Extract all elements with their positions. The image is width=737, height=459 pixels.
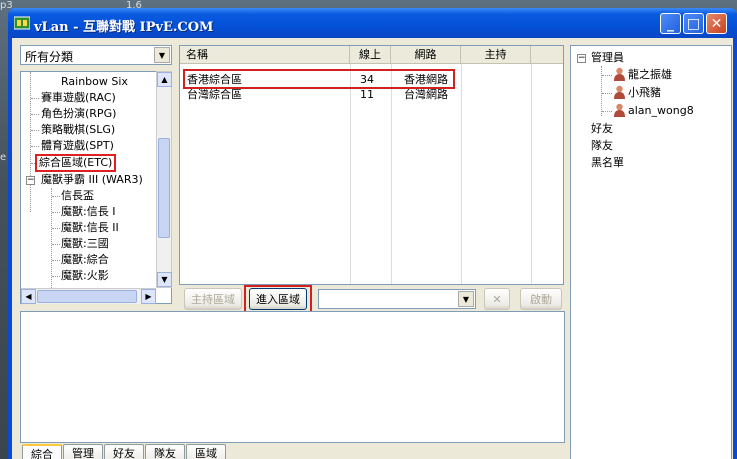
user-item[interactable]: alan_wong8 [628,103,694,119]
tree-connector [52,244,60,245]
collapse-icon[interactable]: − [577,54,586,63]
scroll-left-icon[interactable]: ◀ [21,289,36,304]
room-network: 台灣網路 [404,88,448,101]
tree-connector [52,228,60,229]
client-area: 所有分類 ▼ Rainbow Six 賽車遊戲(RAC) 角色扮演(RPG) 策… [12,38,733,459]
desktop-text-edge: e [0,152,7,163]
tree-item-rpg[interactable]: 角色扮演(RPG) [41,106,116,122]
tree-connector [52,276,60,277]
tree-horizontal-scrollbar[interactable]: ◀ ▶ [21,288,156,304]
tree-item-nobunaga-cup[interactable]: 信長盃 [61,188,94,204]
tree-item-team[interactable]: 隊友 [591,138,613,154]
tree-connector [602,75,612,76]
user-item[interactable]: 小飛豬 [628,85,661,101]
chat-log[interactable] [20,311,565,443]
tree-item-admins[interactable]: 管理員 [591,50,624,66]
tab-area[interactable]: 區域 [186,444,226,459]
title-bar[interactable]: vLan - 互聯對戰 IPvE.COM _ □ ✕ [8,8,737,38]
chevron-down-icon[interactable]: ▼ [154,47,170,63]
host-area-button[interactable]: 主持區域 [184,288,242,310]
column-header-name[interactable]: 名稱 [180,46,350,64]
tree-guide-line [601,66,602,116]
category-selected: 所有分類 [25,50,74,64]
user-item[interactable]: 龍之振雄 [628,67,672,83]
app-logo-icon [14,16,30,30]
tree-item-blacklist[interactable]: 黑名單 [591,155,624,171]
minimize-button[interactable]: _ [660,13,681,34]
tree-item-slg[interactable]: 策略戰棋(SLG) [41,122,115,138]
tree-vertical-scrollbar[interactable]: ▲ ▼ [156,71,172,288]
tree-connector [52,260,60,261]
tree-guide-line [30,72,31,212]
chevron-down-icon[interactable]: ▼ [458,291,474,307]
column-header-network[interactable]: 網路 [391,46,461,64]
room-online: 11 [360,88,374,101]
collapse-icon[interactable]: − [26,176,35,185]
table-row[interactable]: 台灣綜合區 11 台灣網路 [182,88,562,103]
tab-team[interactable]: 隊友 [145,444,185,459]
scroll-thumb[interactable] [158,138,170,238]
tree-item-rac[interactable]: 賽車遊戲(RAC) [41,90,116,106]
scroll-thumb[interactable] [37,290,137,303]
vlan-window: vLan - 互聯對戰 IPvE.COM _ □ ✕ 所有分類 ▼ Rainbo… [8,8,737,459]
category-dropdown[interactable]: 所有分類 ▼ [20,45,172,65]
tree-connector [602,93,612,94]
tree-connector [602,111,612,112]
enter-area-button[interactable]: 進入區域 [249,288,307,310]
tree-item-spt[interactable]: 體育遊戲(SPT) [41,138,114,154]
category-tree: Rainbow Six 賽車遊戲(RAC) 角色扮演(RPG) 策略戰棋(SLG… [20,71,172,304]
user-avatar-icon [614,67,625,81]
start-button[interactable]: 啟動 [520,288,562,310]
window-title: vLan - 互聯對戰 IPvE.COM [34,20,214,35]
tree-connector [31,130,39,131]
scroll-up-icon[interactable]: ▲ [157,72,172,87]
tree-item-friends[interactable]: 好友 [591,121,613,137]
room-combo-input[interactable]: ▼ [318,289,476,309]
tree-connector [52,196,60,197]
tab-friends[interactable]: 好友 [104,444,144,459]
user-tree: − 管理員 龍之振雄 小飛豬 alan_wong8 好友 隊友 黑名單 [570,45,732,459]
tree-connector [31,114,39,115]
tree-item-nobunaga-1[interactable]: 魔獸:信長 I [61,204,115,220]
tree-item-naruto[interactable]: 魔獸:火影 [61,268,109,284]
selected-room-highlight [183,69,455,89]
bottom-tabs: 綜合 管理 好友 隊友 區域 [22,444,227,459]
column-header-online[interactable]: 線上 [350,46,391,64]
tree-connector [52,212,60,213]
tree-item-nobunaga-2[interactable]: 魔獸:信長 II [61,220,119,236]
column-header-host[interactable]: 主持 [461,46,531,64]
close-button[interactable]: ✕ [706,13,727,34]
tree-item-etc-selected[interactable]: 綜合區域(ETC) [35,154,117,172]
clear-button[interactable]: ✕ [484,288,510,310]
tree-item-rainbow-six[interactable]: Rainbow Six [61,74,128,90]
tree-item-war3[interactable]: 魔獸爭霸 III (WAR3) [41,172,143,188]
tree-item-three-kingdoms[interactable]: 魔獸:三國 [61,236,109,252]
tree-connector [31,98,39,99]
tree-item-general[interactable]: 魔獸:綜合 [61,252,109,268]
tab-admin[interactable]: 管理 [63,444,103,459]
room-name: 台灣綜合區 [187,88,242,101]
room-list-header: 名稱 線上 網路 主持 [180,46,563,64]
tree-connector [31,146,39,147]
scroll-down-icon[interactable]: ▼ [157,272,172,287]
user-avatar-icon [614,103,625,117]
tab-general[interactable]: 綜合 [22,444,62,459]
user-avatar-icon [614,85,625,99]
scroll-right-icon[interactable]: ▶ [141,289,156,304]
maximize-button[interactable]: □ [683,13,704,34]
